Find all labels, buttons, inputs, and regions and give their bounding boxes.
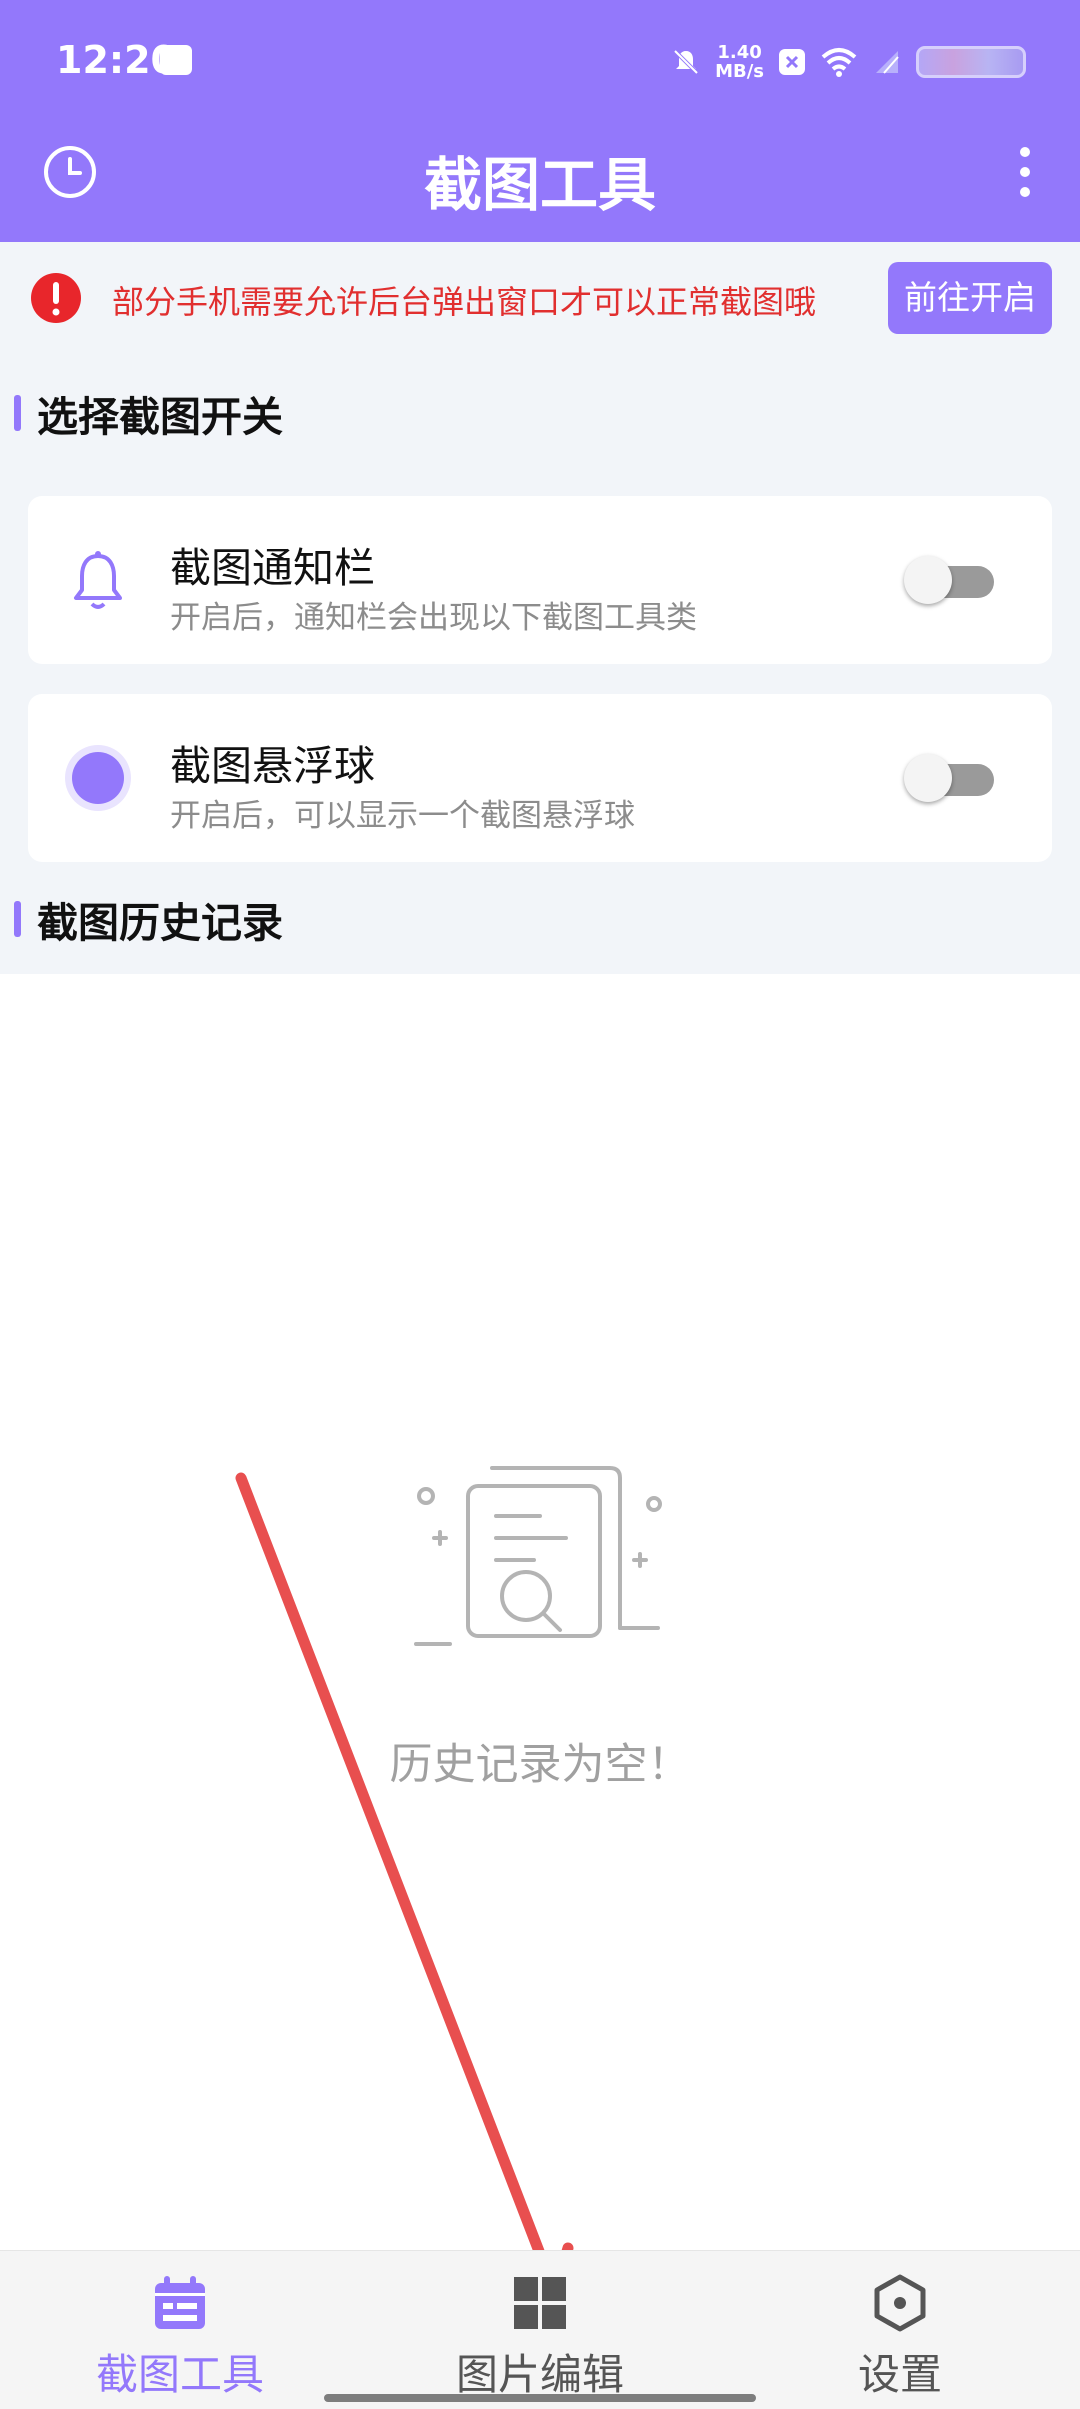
card-description: 开启后，通知栏会出现以下截图工具类	[170, 600, 697, 636]
notification-bar-toggle[interactable]	[904, 556, 994, 604]
battery-icon	[916, 46, 1026, 78]
app-header: 12:20 1.40 MB/s 截图工具	[0, 0, 1080, 242]
toggle-knob	[904, 754, 952, 802]
bottom-navigation: 截图工具 图片编辑 设置	[0, 2250, 1080, 2409]
nav-label: 设置	[857, 2350, 942, 2399]
section-title: 选择截图开关	[37, 393, 283, 441]
warning-icon	[31, 273, 81, 323]
mail-notification-icon	[160, 45, 192, 75]
enable-permission-button[interactable]: 前往开启	[888, 262, 1052, 334]
nav-tab-settings[interactable]: 设置	[750, 2273, 1050, 2402]
grid-icon	[514, 2277, 566, 2329]
signal-icon	[876, 51, 899, 74]
wifi-icon	[821, 48, 857, 77]
nav-label: 图片编辑	[455, 2350, 624, 2399]
notice-text: 部分手机需要允许后台弹出窗口才可以正常截图哦	[112, 283, 817, 321]
status-time: 12:20	[56, 38, 177, 82]
settings-panel: 部分手机需要允许后台弹出窗口才可以正常截图哦 前往开启 选择截图开关 截图通知栏…	[0, 242, 1080, 974]
floating-ball-card[interactable]: 截图悬浮球 开启后，可以显示一个截图悬浮球	[28, 694, 1052, 862]
nav-label: 截图工具	[95, 2350, 264, 2399]
toggle-knob	[904, 556, 952, 604]
mute-bell-icon	[673, 49, 699, 75]
empty-document-search-icon	[414, 1466, 662, 1646]
nav-tab-screenshot-tool[interactable]: 截图工具	[30, 2273, 330, 2402]
card-description: 开启后，可以显示一个截图悬浮球	[170, 798, 635, 834]
calendar-icon	[155, 2276, 205, 2329]
card-title: 截图悬浮球	[170, 742, 375, 790]
bell-icon	[74, 551, 122, 609]
network-speed: 1.40 MB/s	[715, 42, 764, 82]
floating-ball-toggle[interactable]	[904, 754, 994, 802]
home-indicator[interactable]	[324, 2394, 756, 2402]
permission-notice: 部分手机需要允许后台弹出窗口才可以正常截图哦 前往开启	[0, 242, 1080, 352]
section-accent-bar	[14, 901, 21, 937]
status-icons: 1.40 MB/s	[671, 40, 1026, 84]
section-history: 截图历史记录	[14, 894, 283, 947]
section-switches: 选择截图开关	[14, 388, 283, 441]
floating-ball-icon	[65, 745, 131, 811]
section-accent-bar	[14, 395, 21, 431]
card-title: 截图通知栏	[170, 544, 375, 592]
page-title: 截图工具	[423, 151, 656, 219]
hexagon-settings-icon	[874, 2274, 926, 2332]
empty-history-text: 历史记录为空！	[389, 1740, 691, 1790]
notification-bar-card[interactable]: 截图通知栏 开启后，通知栏会出现以下截图工具类	[28, 496, 1052, 664]
section-title: 截图历史记录	[37, 899, 283, 947]
nav-tab-image-edit[interactable]: 图片编辑	[390, 2273, 690, 2402]
close-box-icon	[779, 49, 805, 75]
more-menu-icon[interactable]	[1008, 144, 1042, 200]
